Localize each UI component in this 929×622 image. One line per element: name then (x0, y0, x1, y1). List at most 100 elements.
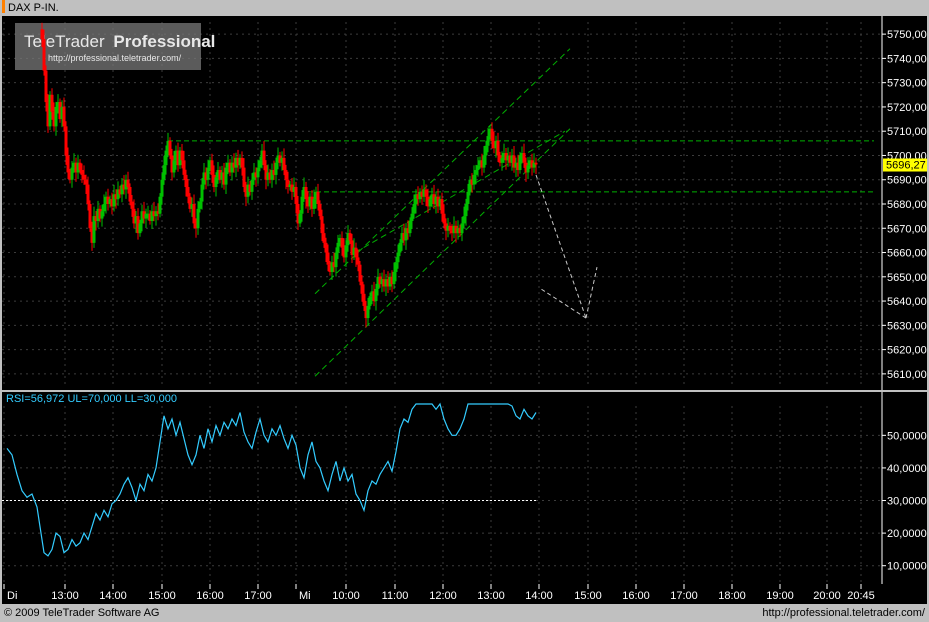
candle-down (67, 155, 70, 172)
candle-down (295, 187, 298, 204)
time-tick-label: 18:00 (718, 590, 746, 602)
rsi-tick-label: 10,0000 (887, 561, 927, 573)
time-tick-label: 17:00 (670, 590, 698, 602)
rsi-tick-label: 50,0000 (887, 430, 927, 442)
candle-up (159, 197, 162, 214)
candle-down (317, 192, 320, 204)
candle-down (263, 151, 266, 166)
candle-down (283, 158, 286, 170)
candle-up (397, 253, 400, 263)
time-tick-label: 13:00 (477, 590, 505, 602)
candle-down (241, 158, 244, 168)
logo-title-bold: Professional (113, 32, 215, 51)
candle-up (163, 165, 166, 180)
candle-down (211, 160, 214, 175)
time-tick-label: 15:00 (574, 590, 602, 602)
rsi-title: RSI=56,972 UL=70,000 LL=30,000 (6, 393, 177, 405)
candle-up (101, 211, 104, 218)
candle-up (477, 165, 480, 170)
price-tick-label: 5690,00 (887, 175, 927, 187)
candle-up (207, 168, 210, 180)
price-tick-label: 5730,00 (887, 78, 927, 90)
candle-up (501, 158, 504, 163)
candle-up (197, 209, 200, 228)
candle-up (301, 197, 304, 214)
candle-down (87, 185, 90, 204)
candle-down (129, 187, 132, 202)
candle-up (161, 180, 164, 197)
candle-up (259, 160, 262, 167)
candle-down (535, 163, 538, 165)
candle-down (41, 29, 44, 39)
candle-down (51, 95, 54, 112)
candle-up (487, 136, 490, 146)
price-tick-label: 5740,00 (887, 53, 927, 65)
footer-copyright: © 2009 TeleTrader Software AG (4, 607, 159, 619)
logo-url: http://professional.teletrader.com/ (48, 53, 182, 63)
candle-up (461, 223, 464, 233)
candle-down (491, 129, 494, 141)
candle-up (201, 185, 204, 202)
candle-up (299, 214, 302, 224)
candle-up (165, 151, 168, 166)
candle-down (425, 189, 428, 196)
candle-up (395, 262, 398, 272)
time-tick-label: 12:00 (429, 590, 457, 602)
candle-down (441, 199, 444, 214)
candle-up (411, 214, 414, 221)
candle-up (367, 306, 370, 318)
time-tick-label: 20:00 (813, 590, 841, 602)
rsi-tick-label: 30,0000 (887, 496, 927, 508)
candle-up (485, 146, 488, 156)
price-tick-label: 5640,00 (887, 296, 927, 308)
candle-up (313, 199, 316, 209)
time-tick-label: 14:00 (99, 590, 127, 602)
price-tick-label: 5680,00 (887, 199, 927, 211)
candle-up (345, 245, 348, 257)
candle-up (55, 107, 58, 126)
candle-up (369, 296, 372, 306)
candle-down (321, 216, 324, 233)
candle-down (43, 39, 46, 71)
candle-down (65, 126, 68, 155)
time-tick-label: Di (7, 590, 17, 602)
candle-up (465, 204, 468, 216)
symbol-color-marker (2, 0, 5, 13)
candle-down (357, 257, 360, 264)
candle-down (363, 294, 366, 306)
price-tick-label: 5630,00 (887, 320, 927, 332)
time-tick-label: 20:45 (847, 590, 875, 602)
price-tick-label: 5670,00 (887, 223, 927, 235)
price-tick-label: 5610,00 (887, 369, 927, 381)
footer-url[interactable]: http://professional.teletrader.com/ (762, 607, 926, 619)
candle-up (463, 216, 466, 223)
candle-down (355, 248, 358, 258)
candle-up (275, 163, 278, 175)
candle-down (187, 187, 190, 197)
candle-down (323, 233, 326, 243)
candle-down (193, 204, 196, 223)
candle-up (473, 175, 476, 185)
candle-down (185, 175, 188, 187)
candle-down (325, 243, 328, 253)
candle-down (319, 204, 322, 216)
candle-up (257, 168, 260, 178)
candle-up (429, 199, 432, 206)
time-tick-label: Mi (299, 590, 311, 602)
candle-down (361, 282, 364, 294)
candle-up (251, 180, 254, 192)
rsi-panel[interactable] (2, 392, 882, 584)
time-tick-label: 13:00 (51, 590, 79, 602)
logo-title-light: TeleTrader (24, 32, 105, 51)
time-tick-label: 10:00 (332, 590, 360, 602)
candle-up (375, 289, 378, 301)
candle-down (127, 180, 130, 187)
last-price-marker: 5696,27 (883, 159, 927, 172)
candle-down (183, 160, 186, 175)
candle-up (467, 192, 470, 204)
candle-up (519, 155, 522, 170)
candle-up (393, 272, 396, 284)
rsi-axis[interactable] (882, 392, 927, 584)
candle-down (63, 107, 66, 126)
symbol-label: DAX P-IN. (8, 2, 59, 14)
